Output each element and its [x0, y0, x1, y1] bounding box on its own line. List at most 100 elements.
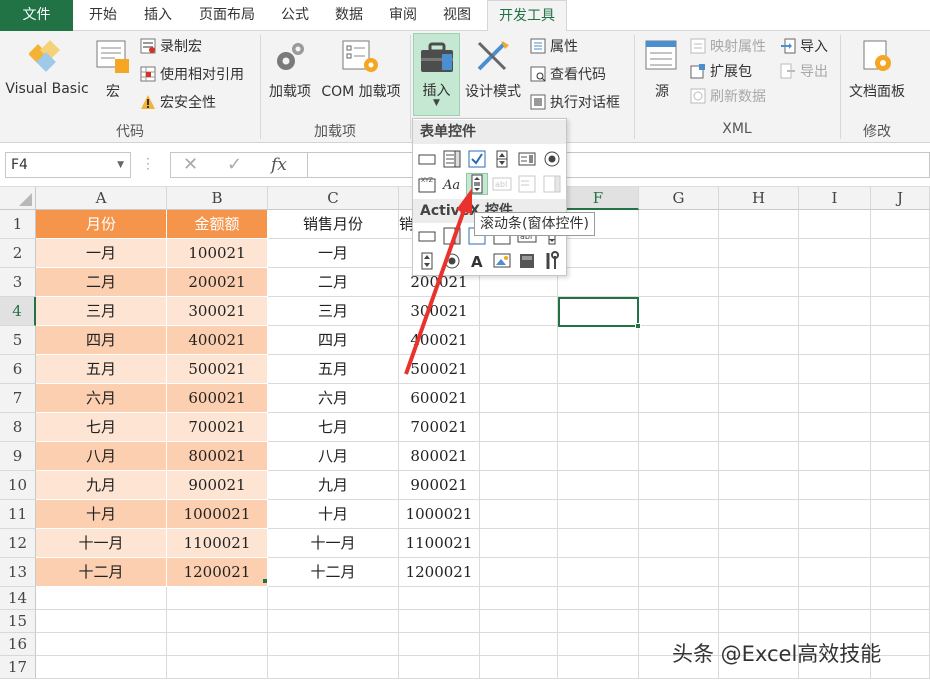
scroll-bar-control-icon[interactable] — [466, 173, 488, 195]
cell-e13[interactable] — [480, 558, 558, 587]
cell-g2[interactable] — [639, 239, 719, 268]
cell-a10[interactable]: 九月 — [36, 471, 167, 500]
row-header-4[interactable]: 4 — [0, 297, 36, 326]
cell-f11[interactable] — [558, 500, 639, 529]
cell-f5[interactable] — [558, 326, 639, 355]
fill-handle[interactable] — [635, 323, 641, 329]
text-field-control-icon[interactable]: abl — [492, 174, 512, 194]
column-header-c[interactable]: C — [268, 187, 399, 210]
cell-c15[interactable] — [268, 610, 399, 633]
tab-home[interactable]: 开始 — [78, 0, 128, 31]
cell-j2[interactable] — [871, 239, 930, 268]
row-header-10[interactable]: 10 — [0, 471, 36, 500]
cell-j7[interactable] — [871, 384, 930, 413]
cell-h7[interactable] — [719, 384, 799, 413]
cell-a6[interactable]: 五月 — [36, 355, 167, 384]
cell-a11[interactable]: 十月 — [36, 500, 167, 529]
option-button-control-icon[interactable] — [542, 149, 562, 169]
cell-g4[interactable] — [639, 297, 719, 326]
relative-reference-button[interactable]: 使用相对引用 — [140, 64, 244, 86]
cell-a1[interactable]: 月份 — [36, 210, 167, 239]
cell-c2[interactable]: 一月 — [268, 239, 399, 268]
cell-g9[interactable] — [639, 442, 719, 471]
cell-a9[interactable]: 八月 — [36, 442, 167, 471]
selected-cell-f4[interactable] — [558, 297, 639, 327]
cell-i14[interactable] — [799, 587, 871, 610]
cell-f17[interactable] — [558, 656, 639, 679]
cell-g10[interactable] — [639, 471, 719, 500]
addins-button[interactable]: 加载项 — [264, 37, 316, 107]
tab-view[interactable]: 视图 — [432, 0, 482, 31]
cell-b1[interactable]: 金额额 — [167, 210, 268, 239]
cell-b5[interactable]: 400021 — [167, 326, 268, 355]
cell-j4[interactable] — [871, 297, 930, 326]
cell-e4[interactable] — [480, 297, 558, 326]
row-header-1[interactable]: 1 — [0, 210, 36, 239]
cell-g13[interactable] — [639, 558, 719, 587]
cell-f15[interactable] — [558, 610, 639, 633]
cell-h9[interactable] — [719, 442, 799, 471]
cell-d11[interactable]: 1000021 — [399, 500, 480, 529]
cell-b17[interactable] — [167, 656, 268, 679]
cell-b12[interactable]: 1100021 — [167, 529, 268, 558]
document-panel-button[interactable]: 文档面板 — [844, 37, 910, 107]
cell-e6[interactable] — [480, 355, 558, 384]
cell-g1[interactable] — [639, 210, 719, 239]
cell-c17[interactable] — [268, 656, 399, 679]
cell-c13[interactable]: 十二月 — [268, 558, 399, 587]
cell-j10[interactable] — [871, 471, 930, 500]
activex-combo-box-control-icon[interactable] — [442, 226, 462, 246]
cell-f6[interactable] — [558, 355, 639, 384]
view-code-button[interactable]: 查看代码 — [530, 64, 606, 86]
cell-j14[interactable] — [871, 587, 930, 610]
record-macro-button[interactable]: 录制宏 — [140, 36, 202, 58]
cell-d17[interactable] — [399, 656, 480, 679]
cell-j15[interactable] — [871, 610, 930, 633]
xml-source-button[interactable]: 源 — [640, 37, 684, 107]
cell-h5[interactable] — [719, 326, 799, 355]
chevron-down-icon[interactable]: ▼ — [117, 153, 124, 177]
cell-i1[interactable] — [799, 210, 871, 239]
cell-h13[interactable] — [719, 558, 799, 587]
cell-g5[interactable] — [639, 326, 719, 355]
cell-h10[interactable] — [719, 471, 799, 500]
cell-i10[interactable] — [799, 471, 871, 500]
cell-h11[interactable] — [719, 500, 799, 529]
cell-i5[interactable] — [799, 326, 871, 355]
cell-e9[interactable] — [480, 442, 558, 471]
macro-security-button[interactable]: 宏安全性 — [140, 92, 216, 114]
cell-a17[interactable] — [36, 656, 167, 679]
com-addins-button[interactable]: COM 加载项 — [316, 37, 406, 107]
cell-a5[interactable]: 四月 — [36, 326, 167, 355]
cell-g12[interactable] — [639, 529, 719, 558]
cell-g6[interactable] — [639, 355, 719, 384]
cell-j13[interactable] — [871, 558, 930, 587]
cell-h2[interactable] — [719, 239, 799, 268]
cell-i8[interactable] — [799, 413, 871, 442]
row-header-11[interactable]: 11 — [0, 500, 36, 529]
column-header-h[interactable]: H — [719, 187, 799, 210]
tab-data[interactable]: 数据 — [324, 0, 374, 31]
cell-h3[interactable] — [719, 268, 799, 297]
cell-a7[interactable]: 六月 — [36, 384, 167, 413]
combo-dropdown-edit-control-icon[interactable] — [542, 174, 562, 194]
cell-d7[interactable]: 600021 — [399, 384, 480, 413]
spin-button-control-icon[interactable] — [492, 149, 512, 169]
expansion-packs-button[interactable]: 扩展包 — [690, 61, 752, 83]
combo-box-control-icon[interactable] — [442, 149, 462, 169]
activex-more-controls-icon[interactable] — [542, 251, 562, 271]
row-header-9[interactable]: 9 — [0, 442, 36, 471]
activex-image-control-icon[interactable] — [492, 251, 512, 271]
cell-f10[interactable] — [558, 471, 639, 500]
cell-e11[interactable] — [480, 500, 558, 529]
cell-d8[interactable]: 700021 — [399, 413, 480, 442]
cell-b13[interactable]: 1200021 — [167, 558, 268, 587]
cell-c1[interactable]: 销售月份 — [268, 210, 399, 239]
column-header-j[interactable]: J — [871, 187, 930, 210]
macros-button[interactable]: 宏 — [90, 37, 136, 107]
row-header-6[interactable]: 6 — [0, 355, 36, 384]
column-header-a[interactable]: A — [36, 187, 167, 210]
row-header-3[interactable]: 3 — [0, 268, 36, 297]
cell-j12[interactable] — [871, 529, 930, 558]
cell-g8[interactable] — [639, 413, 719, 442]
